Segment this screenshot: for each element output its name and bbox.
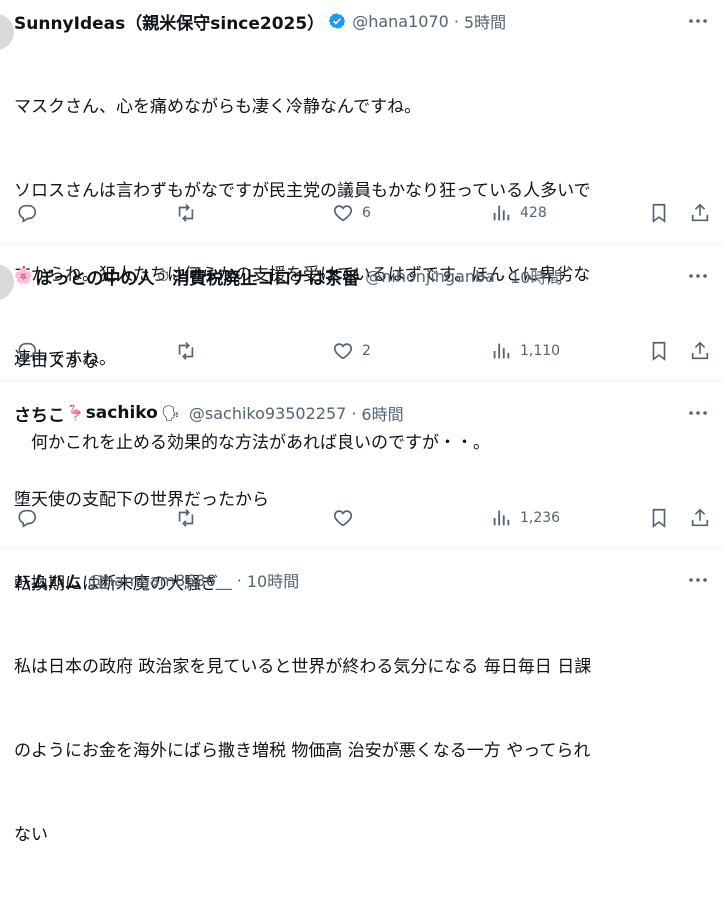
heart-icon: [333, 205, 353, 222]
tweet-text-line: ない: [14, 825, 48, 845]
tweet-1[interactable]: SunnyIdeas（親米保守since2025） @hana1070 · 5時…: [0, 0, 723, 453]
timestamp[interactable]: 10時間: [510, 264, 562, 288]
views-icon: [493, 205, 510, 221]
bookmark-button[interactable]: [648, 199, 670, 227]
tweet-header: さちこ 🦩 sachiko 🗣 @sachiko93502257 · 6時間: [14, 401, 404, 426]
avatar[interactable]: [0, 264, 14, 300]
user-handle[interactable]: @hana1070: [352, 12, 449, 31]
retweet-button[interactable]: [175, 199, 197, 227]
views-icon: [493, 343, 510, 359]
like-button[interactable]: [332, 504, 362, 532]
display-name[interactable]: ぼっとの中の人: [36, 264, 155, 289]
avatar[interactable]: [0, 14, 14, 50]
tweet-2[interactable]: 🌸 ぼっとの中の人 ⏱ 消費税廃止コロナは茶番 @nihonjinganba ·…: [0, 244, 723, 381]
tweet-text-line: のようにお金を海外にばら撒き増税 物価高 治安が悪くなる一方 やってられ: [14, 741, 591, 761]
verified-badge-icon: [328, 13, 346, 29]
share-icon: [691, 508, 709, 527]
user-handle[interactable]: @sachiko93502257: [189, 404, 346, 423]
tweet-3[interactable]: さちこ 🦩 sachiko 🗣 @sachiko93502257 · 6時間 堕…: [0, 382, 723, 594]
reply-icon: [18, 509, 37, 528]
stopwatch-emoji: ⏱: [157, 267, 170, 285]
share-icon: [691, 341, 709, 360]
user-handle[interactable]: @nihonjinganba: [365, 267, 495, 286]
separator-dot: ·: [236, 570, 242, 590]
view-count: 428: [520, 205, 547, 221]
reply-icon: [18, 204, 37, 223]
tweet-text: 私は日本の政府 政治家を見ていると世界が終わる気分になる 毎日毎日 日課 のよう…: [14, 597, 714, 905]
timestamp[interactable]: 10時間: [247, 568, 299, 592]
share-icon: [691, 203, 709, 222]
tweet-header: SunnyIdeas（親米保守since2025） @hana1070 · 5時…: [14, 9, 506, 34]
separator-dot: ·: [453, 11, 459, 31]
views-button[interactable]: 1,110: [490, 337, 560, 365]
more-icon[interactable]: [687, 402, 709, 424]
reply-icon: [18, 342, 37, 361]
action-bar: 1,236: [0, 504, 723, 532]
heart-icon: [333, 343, 353, 360]
retweet-button[interactable]: [175, 337, 197, 365]
bookmark-button[interactable]: [648, 504, 670, 532]
display-name-suffix[interactable]: sachiko: [86, 403, 158, 423]
like-button[interactable]: 2: [332, 337, 371, 365]
views-button[interactable]: 428: [490, 199, 547, 227]
tweet-text-line: 私は日本の政府 政治家を見ていると世界が終わる気分になる 毎日毎日 日課: [14, 657, 592, 677]
retweet-button[interactable]: [175, 504, 197, 532]
retweet-icon: [178, 204, 194, 222]
share-button[interactable]: [689, 337, 711, 365]
bookmark-icon: [652, 341, 666, 361]
user-handle[interactable]: @hamham8686__: [88, 571, 232, 590]
flamingo-emoji: 🦩: [66, 404, 85, 422]
action-bar: 2 1,110: [0, 337, 723, 365]
bookmark-icon: [652, 508, 666, 528]
display-name[interactable]: ハムハム: [14, 568, 82, 593]
cherry-blossom-emoji: 🌸: [14, 267, 33, 285]
more-icon[interactable]: [687, 569, 709, 591]
display-name-suffix[interactable]: 消費税廃止コロナは茶番: [172, 264, 359, 289]
views-button[interactable]: 1,236: [490, 504, 560, 532]
share-button[interactable]: [689, 504, 711, 532]
timestamp[interactable]: 6時間: [361, 401, 403, 425]
display-name[interactable]: SunnyIdeas（親米保守since2025）: [14, 9, 324, 34]
tweet-4[interactable]: ハムハム @hamham8686__ · 10時間 私は日本の政府 政治家を見て…: [0, 549, 723, 845]
timestamp[interactable]: 5時間: [464, 9, 506, 33]
retweet-icon: [178, 342, 194, 360]
speaking-head-emoji: 🗣: [160, 404, 180, 422]
view-count: 1,236: [520, 510, 561, 526]
more-icon[interactable]: [687, 10, 709, 32]
like-count: 2: [362, 343, 371, 359]
display-name[interactable]: さちこ: [14, 401, 65, 426]
reply-button[interactable]: [16, 504, 38, 532]
action-bar: 6 428: [0, 199, 723, 227]
view-count: 1,110: [520, 343, 561, 359]
heart-icon: [333, 510, 353, 527]
tweet-header: ハムハム @hamham8686__ · 10時間: [14, 568, 299, 593]
separator-dot: ·: [499, 266, 506, 286]
reply-button[interactable]: [16, 337, 38, 365]
more-icon[interactable]: [687, 265, 709, 287]
like-count: 6: [362, 205, 371, 221]
separator-dot: ·: [351, 403, 357, 423]
share-button[interactable]: [689, 199, 711, 227]
reply-button[interactable]: [16, 199, 38, 227]
tweet-text-line: マスクさん、心を痛めながらも凄く冷静なんですね。: [14, 97, 422, 117]
views-icon: [493, 510, 510, 526]
like-button[interactable]: 6: [332, 199, 371, 227]
bookmark-icon: [652, 203, 666, 223]
bookmark-button[interactable]: [648, 337, 670, 365]
tweet-header: 🌸 ぼっとの中の人 ⏱ 消費税廃止コロナは茶番 @nihonjinganba ·…: [14, 264, 562, 289]
retweet-icon: [178, 509, 194, 527]
